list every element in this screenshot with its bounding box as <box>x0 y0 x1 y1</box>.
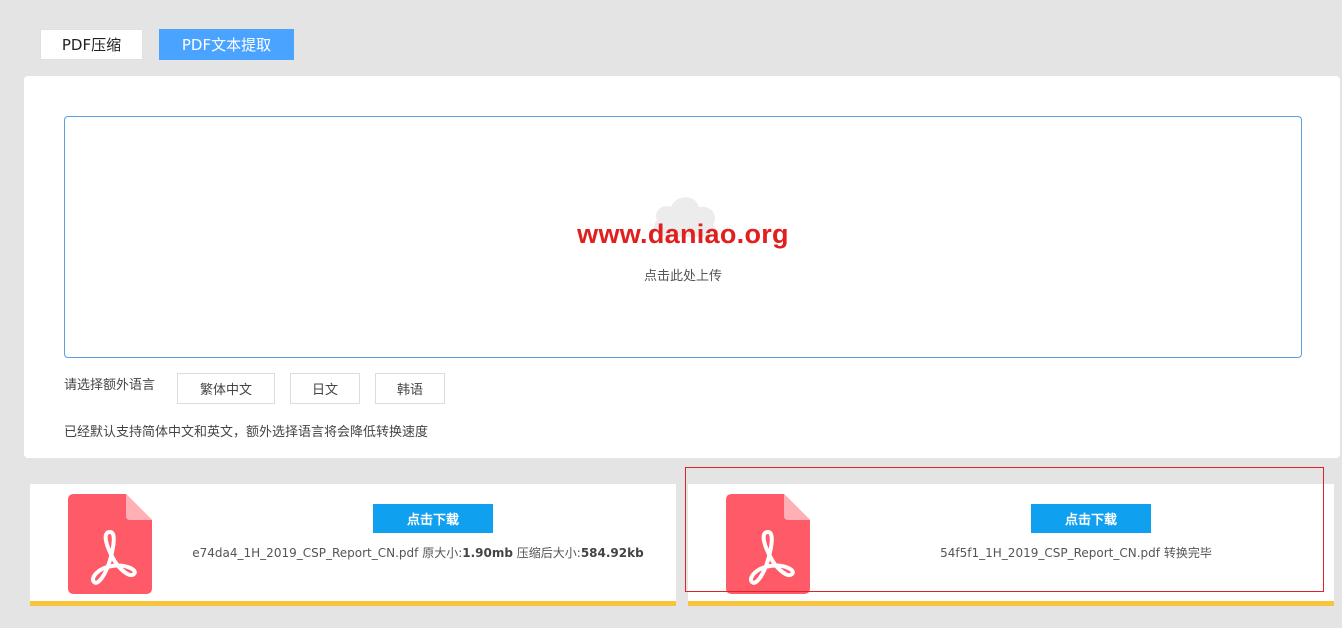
main-panel: www.daniao.org 点击此处上传 请选择额外语言 繁体中文 日文 韩语… <box>24 76 1340 458</box>
watermark-text: www.daniao.org <box>577 219 789 249</box>
pdf-file-icon <box>68 494 152 594</box>
language-option-traditional-chinese[interactable]: 繁体中文 <box>177 373 275 404</box>
download-button[interactable]: 点击下载 <box>1031 504 1151 533</box>
file-info: e74da4_1H_2019_CSP_Report_CN.pdf 原大小:1.9… <box>160 544 676 561</box>
download-button[interactable]: 点击下载 <box>373 504 493 533</box>
tab-pdf-compress[interactable]: PDF压缩 <box>40 29 143 60</box>
upload-dropzone[interactable]: www.daniao.org 点击此处上传 <box>64 116 1302 358</box>
file-name: e74da4_1H_2019_CSP_Report_CN.pdf <box>192 546 419 560</box>
file-card: 点击下载 e74da4_1H_2019_CSP_Report_CN.pdf 原大… <box>30 484 676 606</box>
compressed-size-value: 584.92kb <box>580 546 644 560</box>
upload-hint: 点击此处上传 <box>643 269 722 284</box>
file-name: 54f5f1_1H_2019_CSP_Report_CN.pdf <box>940 546 1160 560</box>
language-note: 已经默认支持简体中文和英文，额外选择语言将会降低转换速度 <box>64 425 429 440</box>
file-card: 点击下载 54f5f1_1H_2019_CSP_Report_CN.pdf 转换… <box>688 484 1334 606</box>
original-size-label: 原大小: <box>422 546 463 560</box>
file-info: 54f5f1_1H_2019_CSP_Report_CN.pdf 转换完毕 <box>818 544 1334 561</box>
extra-language-label: 请选择额外语言 <box>64 378 156 393</box>
language-option-korean[interactable]: 韩语 <box>375 373 445 404</box>
tab-pdf-text-extract[interactable]: PDF文本提取 <box>159 29 294 60</box>
compressed-size-label: 压缩后大小: <box>516 546 581 560</box>
conversion-status: 转换完毕 <box>1163 546 1212 560</box>
original-size-value: 1.90mb <box>462 546 513 560</box>
pdf-file-icon <box>726 494 810 594</box>
language-option-japanese[interactable]: 日文 <box>290 373 360 404</box>
